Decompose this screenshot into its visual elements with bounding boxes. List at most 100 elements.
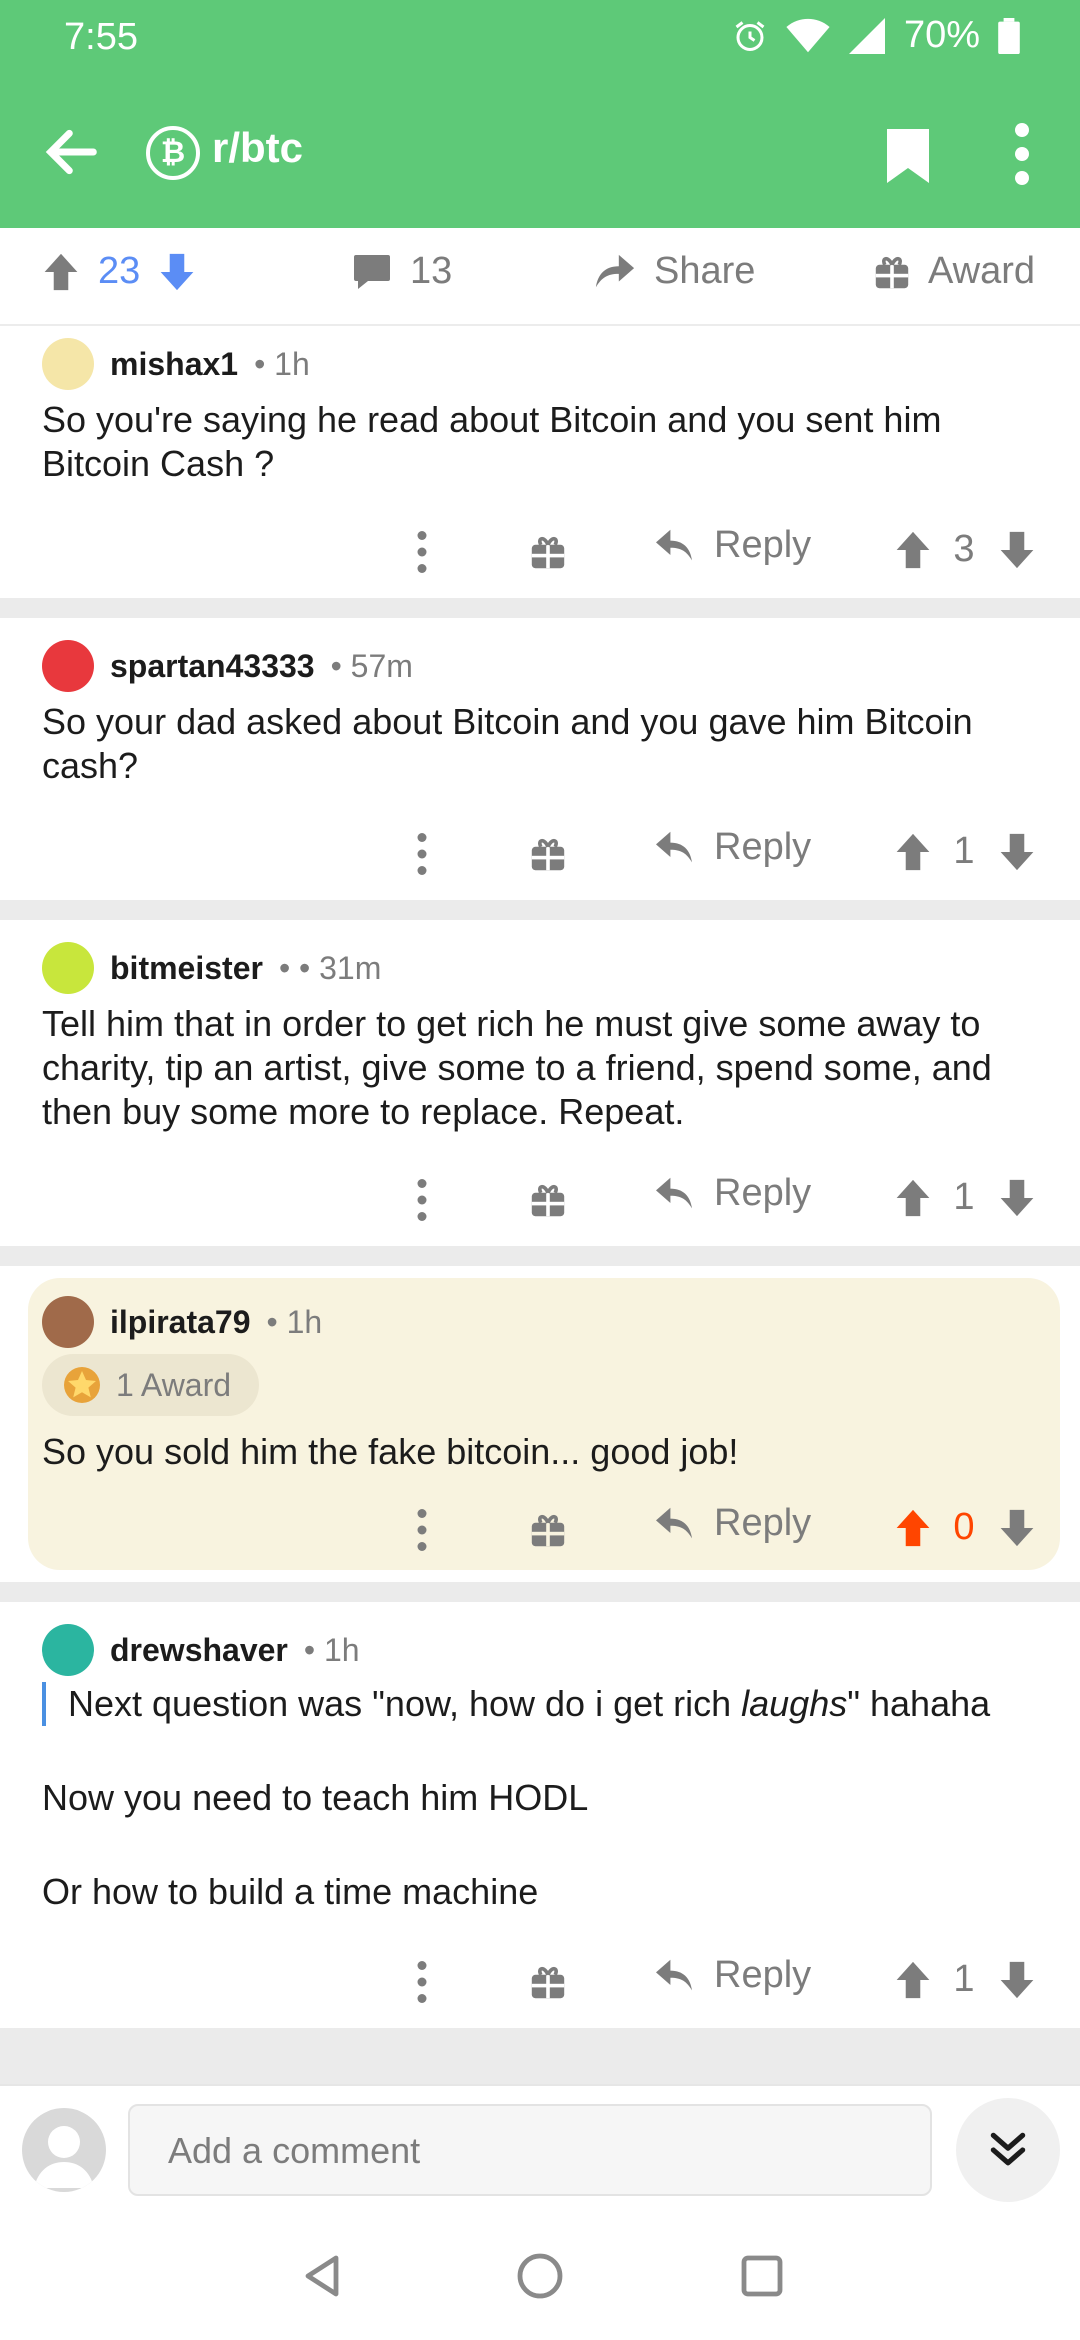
gift-icon[interactable] <box>530 1182 566 1218</box>
upvote-arrow-icon[interactable] <box>894 832 932 872</box>
avatar[interactable] <box>42 942 94 994</box>
quote-text: Next question was "now, how do i get ric… <box>68 1683 742 1724</box>
upvote-arrow-icon[interactable] <box>894 530 932 570</box>
comment-header: drewshaver • 1h <box>42 1624 360 1676</box>
comment-card: mishax1 • 1h So you're saying he read ab… <box>0 328 1080 598</box>
reply-button[interactable]: Reply <box>654 826 811 869</box>
reply-label: Reply <box>714 826 812 868</box>
comment-card-highlighted: ilpirata79 • 1h 1 Award So you sold him … <box>28 1278 1060 1570</box>
award-badge[interactable]: 1 Award <box>42 1354 260 1416</box>
award-label: Award <box>928 250 1036 292</box>
star-award-icon <box>64 1367 100 1403</box>
gift-icon[interactable] <box>530 836 566 872</box>
comment-author[interactable]: drewshaver <box>110 1632 288 1669</box>
reply-label: Reply <box>714 524 812 566</box>
upvote-arrow-icon[interactable] <box>894 1178 932 1218</box>
share-button[interactable]: Share <box>594 250 755 293</box>
downvote-arrow-icon[interactable] <box>998 1960 1036 2000</box>
back-arrow-icon[interactable] <box>40 120 104 184</box>
quote-emphasis: laughs <box>741 1683 848 1724</box>
comment-meta: • 57m <box>330 647 413 684</box>
comment-card: spartan43333 • 57m So your dad asked abo… <box>0 618 1080 900</box>
reply-button[interactable]: Reply <box>654 1172 811 1215</box>
comment-author[interactable]: ilpirata79 <box>110 1304 251 1341</box>
reply-button[interactable]: Reply <box>654 1502 811 1545</box>
downvote-arrow-icon[interactable] <box>158 252 196 292</box>
reply-arrow-icon <box>656 1959 692 1990</box>
status-icons: 70% <box>732 14 1020 57</box>
subreddit-name[interactable]: r/btc <box>212 124 303 172</box>
bookmark-icon[interactable] <box>884 126 932 186</box>
avatar[interactable] <box>42 1296 94 1348</box>
downvote-arrow-icon[interactable] <box>998 1178 1036 1218</box>
reply-label: Reply <box>714 1502 812 1544</box>
reply-button[interactable]: Reply <box>654 524 811 567</box>
post-action-bar: 23 13 Share Award <box>0 228 1080 326</box>
nav-home-icon[interactable] <box>516 2252 564 2300</box>
downvote-arrow-icon[interactable] <box>998 1508 1036 1548</box>
more-vertical-icon[interactable] <box>410 1958 434 2006</box>
nav-back-icon[interactable] <box>298 2252 346 2300</box>
reply-arrow-icon <box>656 1177 692 1208</box>
comment-divider <box>0 900 1080 920</box>
bitcoin-icon[interactable]: ₿ <box>146 126 200 180</box>
share-label: Share <box>654 250 756 292</box>
comment-author[interactable]: bitmeister <box>110 950 263 987</box>
comment-actions: Reply 1 <box>0 1170 1080 1230</box>
comment-divider <box>0 598 1080 618</box>
comment-paragraph: Or how to build a time machine <box>42 1871 539 1912</box>
reply-button[interactable]: Reply <box>654 1954 811 1997</box>
comment-author[interactable]: mishax1 <box>110 346 238 383</box>
award-button[interactable]: Award <box>874 250 1035 293</box>
more-vertical-icon[interactable] <box>410 830 434 878</box>
comment-meta: • • 31m <box>278 949 382 986</box>
comment-quote: Next question was "now, how do i get ric… <box>42 1682 1042 1726</box>
reply-arrow-icon <box>656 1507 692 1538</box>
comment-meta: • 1h <box>266 1303 323 1340</box>
comment-header: mishax1 • 1h <box>42 338 310 390</box>
comment-body: So you're saying he read about Bitcoin a… <box>42 399 942 484</box>
reply-arrow-icon <box>656 831 692 862</box>
nav-recents-icon[interactable] <box>738 2252 786 2300</box>
signal-icon <box>848 17 885 54</box>
comment-actions: Reply 1 <box>0 1952 1080 2012</box>
jump-to-next-button[interactable] <box>956 2098 1060 2202</box>
downvote-arrow-icon[interactable] <box>998 832 1036 872</box>
comment-card: bitmeister • • 31m Tell him that in orde… <box>0 920 1080 1246</box>
award-count: 1 Award <box>116 1366 232 1403</box>
share-icon <box>595 254 635 287</box>
comments-count-button[interactable]: 13 <box>352 250 452 293</box>
comment-body: So you sold him the fake bitcoin... good… <box>42 1431 739 1472</box>
comment-author[interactable]: spartan43333 <box>110 648 315 685</box>
more-vertical-icon[interactable] <box>1004 122 1040 186</box>
upvote-arrow-icon[interactable] <box>894 1508 932 1548</box>
user-avatar[interactable] <box>22 2108 106 2192</box>
post-score: 23 <box>98 250 141 292</box>
add-comment-input[interactable]: Add a comment <box>128 2104 932 2196</box>
comment-divider <box>0 1246 1080 1266</box>
comment-paragraph: Now you need to teach him HODL <box>42 1777 589 1818</box>
upvote-arrow-icon[interactable] <box>42 252 80 292</box>
alarm-icon <box>735 20 765 51</box>
comment-meta: • 1h <box>254 345 310 382</box>
gift-icon[interactable] <box>530 1512 566 1548</box>
more-vertical-icon[interactable] <box>410 528 434 576</box>
comment-score: 0 <box>953 1506 975 1548</box>
comment-composer: Add a comment <box>0 2084 1080 2214</box>
downvote-arrow-icon[interactable] <box>998 530 1036 570</box>
quote-text-end: " hahaha <box>847 1683 991 1724</box>
comment-icon <box>354 254 390 289</box>
battery-icon <box>998 17 1020 54</box>
comment-actions: Reply 3 <box>0 522 1080 582</box>
gift-icon[interactable] <box>530 1964 566 2000</box>
avatar[interactable] <box>42 1624 94 1676</box>
more-vertical-icon[interactable] <box>410 1176 434 1224</box>
avatar[interactable] <box>42 640 94 692</box>
comment-body: So your dad asked about Bitcoin and you … <box>42 701 973 786</box>
gift-icon[interactable] <box>530 534 566 570</box>
more-vertical-icon[interactable] <box>410 1506 434 1554</box>
comment-body: Tell him that in order to get rich he mu… <box>42 1003 992 1132</box>
comment-score: 3 <box>953 528 975 570</box>
upvote-arrow-icon[interactable] <box>894 1960 932 2000</box>
avatar[interactable] <box>42 338 94 390</box>
